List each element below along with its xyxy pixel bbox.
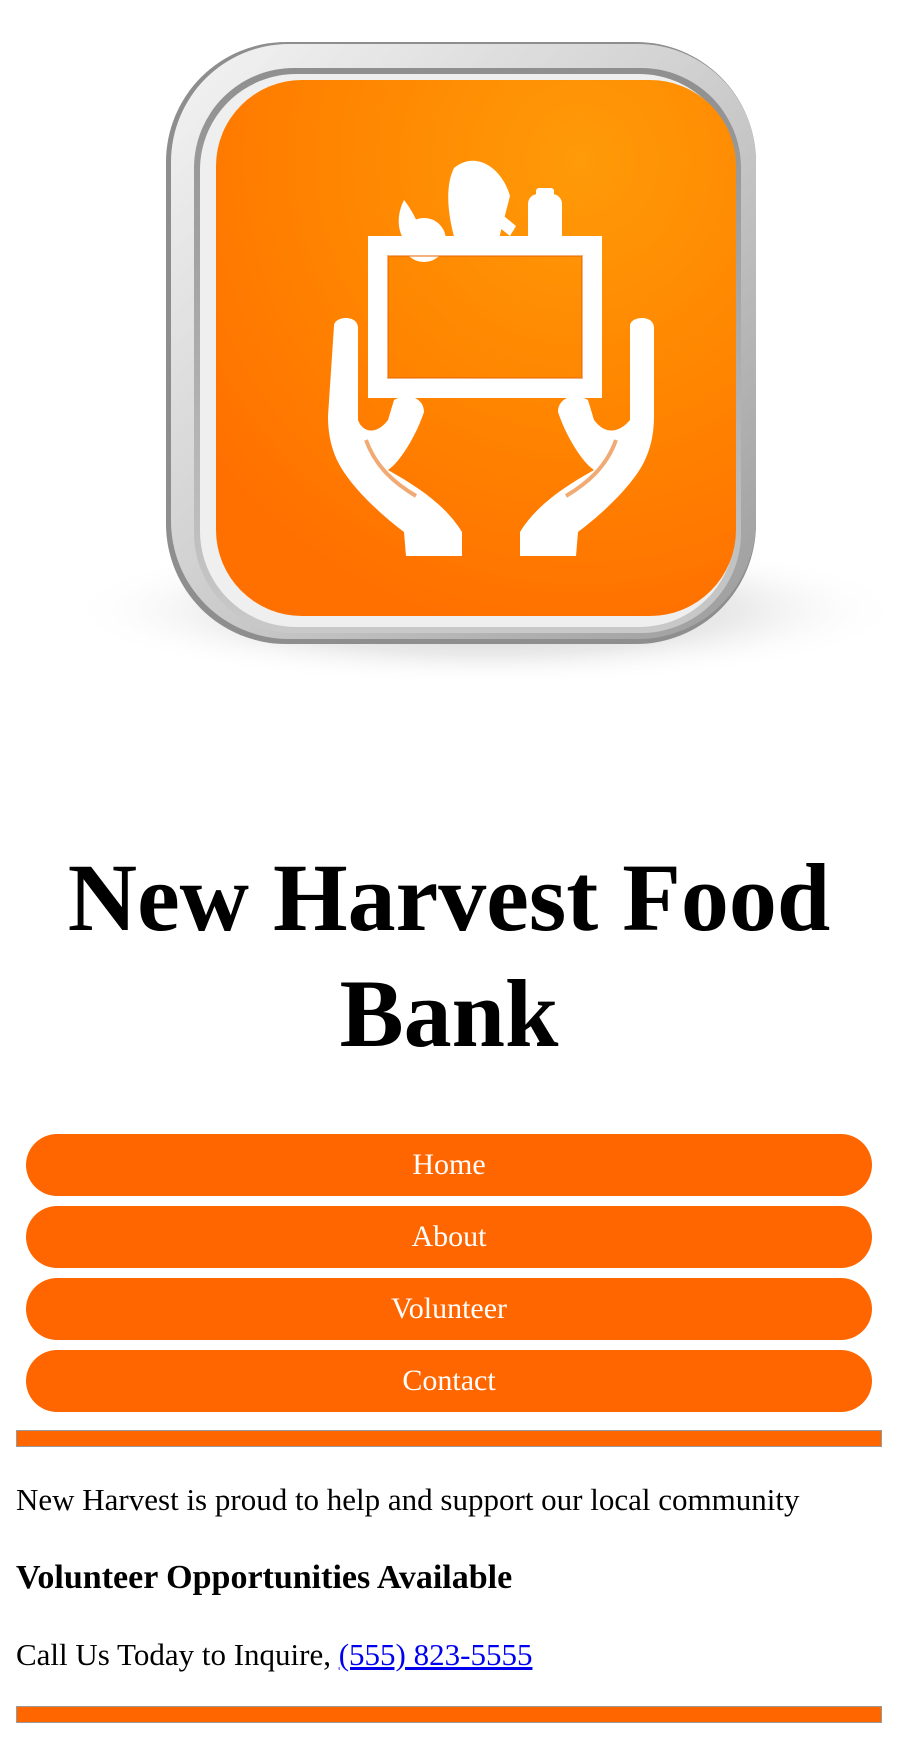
- volunteer-heading: Volunteer Opportunities Available: [16, 1559, 513, 1596]
- intro-text: New Harvest is proud to help and support…: [16, 1482, 800, 1517]
- phone-link[interactable]: (555) 823-5555: [339, 1637, 533, 1672]
- nav-home-button[interactable]: Home: [26, 1134, 872, 1196]
- call-line: Call Us Today to Inquire, (555) 823-5555: [16, 1637, 532, 1673]
- page: New Harvest Food Bank Home About Volunte…: [0, 0, 898, 1742]
- nav-contact-button[interactable]: Contact: [26, 1350, 872, 1412]
- food-bank-hands-box-icon: [66, 42, 882, 685]
- call-text: Call Us Today to Inquire,: [16, 1637, 331, 1672]
- nav-about-button[interactable]: About: [26, 1206, 872, 1268]
- divider-top: [16, 1430, 882, 1447]
- divider-bottom: [16, 1706, 882, 1723]
- site-title: New Harvest Food Bank: [67, 844, 831, 1067]
- logo: [16, 0, 882, 760]
- nav-volunteer-button[interactable]: Volunteer: [26, 1278, 872, 1340]
- main-nav: Home About Volunteer Contact: [26, 1134, 872, 1422]
